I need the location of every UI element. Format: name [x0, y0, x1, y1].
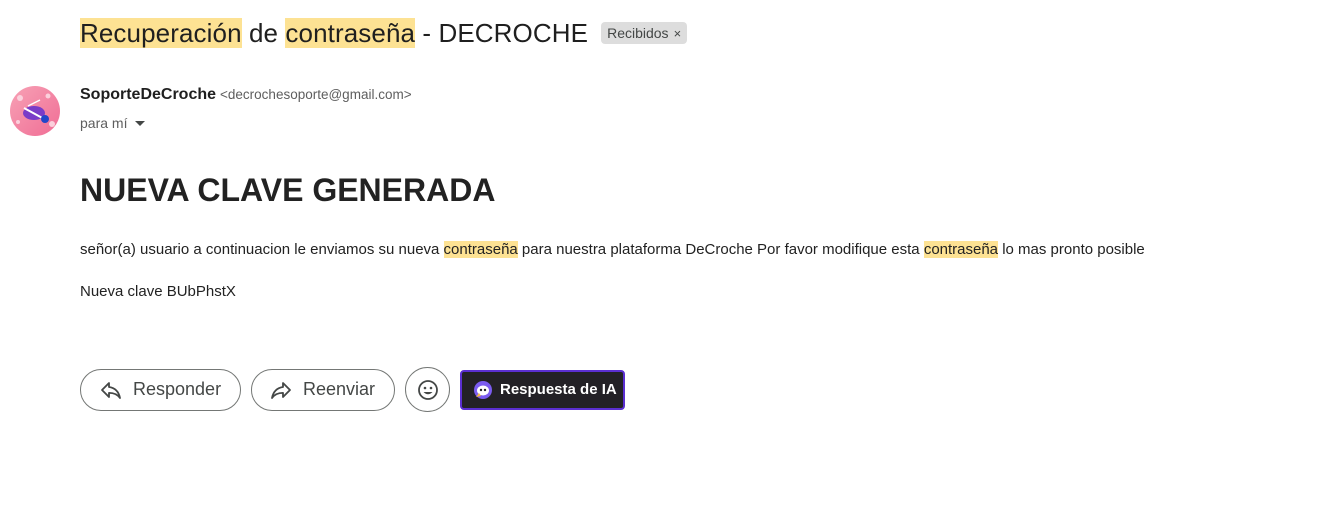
paragraph-text: para nuestra plataforma DeCroche Por fav…: [517, 241, 924, 258]
paragraph-highlight: contraseña: [443, 241, 518, 258]
subject-text: de: [241, 17, 286, 48]
forward-arrow-icon: [269, 378, 293, 402]
subject-row: Recuperación de contraseña - DECROCHE Re…: [80, 14, 688, 52]
paragraph-text: lo mas pronto posible: [998, 241, 1145, 258]
message-heading: NUEVA CLAVE GENERADA: [80, 172, 496, 208]
reply-label: Responder: [133, 379, 222, 399]
sender-email: <decrochesoporte@gmail.com>: [220, 87, 412, 102]
paragraph-highlight: contraseña: [923, 241, 999, 258]
remove-label-icon[interactable]: ×: [674, 26, 682, 41]
email-view: Recuperación de contraseña - DECROCHE Re…: [0, 0, 1322, 514]
new-key-line: Nueva clave BUbPhstX: [80, 283, 236, 300]
inbox-label-text: Recibidos: [607, 25, 669, 41]
forward-label: Reenviar: [303, 379, 376, 399]
recipient-text: para mí: [80, 115, 128, 131]
subject-highlight: Recuperación: [80, 17, 242, 48]
ai-assistant-icon: [472, 379, 494, 401]
ai-reply-label: Respuesta de IA: [500, 381, 617, 398]
sender-name[interactable]: SoporteDeCroche: [80, 86, 216, 104]
recipient-line: para mí: [80, 111, 412, 135]
sender-block: SoporteDeCroche <decrochesoporte@gmail.c…: [80, 86, 412, 135]
subject-text: - DECROCHE: [415, 17, 589, 48]
smiley-icon: [416, 378, 440, 402]
caret-down-icon[interactable]: [133, 116, 147, 130]
reply-arrow-icon: [99, 378, 123, 402]
reply-button[interactable]: Responder: [80, 368, 241, 411]
message-paragraph: señor(a) usuario a continuacion le envia…: [80, 240, 1145, 260]
forward-button[interactable]: Reenviar: [251, 368, 395, 411]
paragraph-text: señor(a) usuario a continuacion le envia…: [80, 241, 444, 258]
emoji-reaction-button[interactable]: [405, 367, 450, 412]
email-subject: Recuperación de contraseña - DECROCHE: [80, 17, 589, 49]
sender-line: SoporteDeCroche <decrochesoporte@gmail.c…: [80, 86, 412, 110]
inbox-label-chip[interactable]: Recibidos ×: [601, 22, 688, 44]
avatar[interactable]: [10, 86, 60, 136]
subject-highlight: contraseña: [285, 17, 416, 48]
ai-reply-button[interactable]: Respuesta de IA: [460, 369, 625, 410]
action-bar: Responder Reenviar Respuesta de IA: [80, 367, 625, 412]
